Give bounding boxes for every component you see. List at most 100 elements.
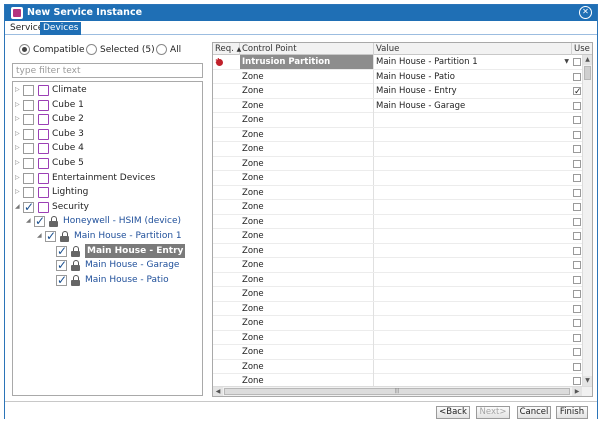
use-checkbox[interactable] <box>573 58 581 66</box>
tree-checkbox[interactable] <box>34 214 45 228</box>
collapsed-arrow-icon[interactable]: ▷ <box>15 112 22 126</box>
use-checkbox[interactable] <box>573 85 582 98</box>
tab-devices[interactable]: Devices <box>40 22 82 35</box>
use-checkbox[interactable] <box>573 232 581 240</box>
table-row[interactable]: Zone Main House - Patio <box>213 69 582 84</box>
value-cell[interactable]: Main House - Partition 1 ▼ <box>374 55 572 69</box>
value-cell[interactable] <box>374 171 572 185</box>
scroll-up-icon[interactable]: ▲ <box>583 55 592 65</box>
value-cell[interactable] <box>374 258 572 272</box>
value-cell[interactable] <box>374 331 572 345</box>
value-cell[interactable] <box>374 186 572 200</box>
tree-checkbox[interactable] <box>23 158 34 169</box>
grid-vertical-scrollbar[interactable]: ▲ ▼ <box>582 55 592 386</box>
radio-compatible[interactable]: Compatible <box>19 43 89 57</box>
table-row[interactable]: Zone <box>213 345 582 360</box>
collapsed-arrow-icon[interactable]: ▷ <box>15 156 22 170</box>
dropdown-arrow-icon[interactable]: ▼ <box>564 55 569 69</box>
value-cell[interactable] <box>374 229 572 243</box>
table-row[interactable]: Zone <box>213 272 582 287</box>
column-header-req[interactable]: Req. ▲ <box>213 43 241 55</box>
collapsed-arrow-icon[interactable]: ▷ <box>15 127 22 141</box>
table-row[interactable]: Intrusion PartitionMain House - Partitio… <box>213 55 582 70</box>
table-row[interactable]: Zone <box>213 200 582 215</box>
column-header-control-point[interactable]: Control Point <box>240 43 374 55</box>
value-cell[interactable]: Main House - Entry <box>374 84 572 98</box>
scroll-down-icon[interactable]: ▼ <box>583 376 592 386</box>
use-checkbox[interactable] <box>573 101 581 110</box>
collapsed-arrow-icon[interactable]: ▷ <box>15 98 22 112</box>
tree-checkbox[interactable] <box>23 200 34 214</box>
value-cell[interactable] <box>374 200 572 214</box>
collapsed-arrow-icon[interactable]: ▷ <box>15 83 22 97</box>
table-row[interactable]: Zone <box>213 243 582 258</box>
tree-checkbox[interactable] <box>45 229 56 243</box>
tree-checkbox[interactable] <box>56 244 67 258</box>
value-cell[interactable] <box>374 142 572 156</box>
table-row[interactable]: Zone <box>213 316 582 331</box>
value-cell[interactable] <box>374 287 572 301</box>
table-row[interactable]: Zone <box>213 374 582 386</box>
tree-checkbox[interactable] <box>23 114 34 126</box>
value-cell[interactable] <box>374 215 572 229</box>
use-checkbox[interactable] <box>573 145 581 153</box>
collapsed-arrow-icon[interactable]: ▷ <box>15 185 22 199</box>
table-row[interactable]: Zone <box>213 229 582 244</box>
use-checkbox[interactable] <box>573 217 581 226</box>
table-row[interactable]: Zone Main House - Garage <box>213 98 582 113</box>
use-checkbox[interactable] <box>573 159 581 168</box>
tree-checkbox[interactable] <box>23 172 34 184</box>
use-checkbox[interactable] <box>573 203 581 211</box>
close-icon[interactable]: ✕ <box>579 6 592 19</box>
finish-button[interactable]: Finish <box>556 406 588 419</box>
radio-selected[interactable]: Selected (5) <box>86 43 158 57</box>
value-cell[interactable] <box>374 113 572 127</box>
use-checkbox[interactable] <box>573 174 581 182</box>
use-checkbox[interactable] <box>573 261 581 269</box>
tree-checkbox[interactable] <box>56 273 67 287</box>
table-row[interactable]: Zone Main House - Entry <box>213 84 582 99</box>
value-cell[interactable]: Main House - Patio <box>374 70 572 84</box>
value-cell[interactable]: Main House - Garage <box>374 99 572 113</box>
use-checkbox[interactable] <box>573 362 581 371</box>
scroll-thumb[interactable] <box>584 66 591 80</box>
value-cell[interactable] <box>374 316 572 330</box>
table-row[interactable]: Zone <box>213 142 582 157</box>
table-row[interactable]: Zone <box>213 185 582 200</box>
next-button[interactable]: Next> <box>476 406 510 419</box>
column-header-value[interactable]: Value <box>374 43 572 55</box>
tree-checkbox[interactable] <box>23 143 34 155</box>
tree-checkbox[interactable] <box>23 187 34 199</box>
value-cell[interactable] <box>374 345 572 359</box>
table-row[interactable]: Zone <box>213 171 582 186</box>
filter-input[interactable] <box>12 63 203 78</box>
expanded-arrow-icon[interactable]: ◢ <box>37 229 44 243</box>
collapsed-arrow-icon[interactable]: ▷ <box>15 171 22 185</box>
table-row[interactable]: Zone <box>213 214 582 229</box>
use-checkbox[interactable] <box>573 116 581 124</box>
scroll-thumb[interactable]: ||| <box>224 388 570 395</box>
use-checkbox[interactable] <box>573 290 581 298</box>
value-cell[interactable] <box>374 273 572 287</box>
value-cell[interactable] <box>374 244 572 258</box>
table-row[interactable]: Zone <box>213 258 582 273</box>
tree-checkbox[interactable] <box>56 258 67 272</box>
table-row[interactable]: Zone <box>213 330 582 345</box>
tree-checkbox[interactable] <box>23 85 34 96</box>
scroll-left-icon[interactable]: ◀ <box>213 387 223 396</box>
value-cell[interactable] <box>374 128 572 142</box>
grid-horizontal-scrollbar[interactable]: ◀ ||| ▶ <box>213 386 592 396</box>
expanded-arrow-icon[interactable]: ◢ <box>26 214 33 228</box>
use-checkbox[interactable] <box>573 304 581 313</box>
collapsed-arrow-icon[interactable]: ▷ <box>15 141 22 155</box>
use-checkbox[interactable] <box>573 246 581 255</box>
radio-all[interactable]: All <box>156 43 186 57</box>
back-button[interactable]: <Back <box>436 406 470 419</box>
tree-checkbox[interactable] <box>23 99 34 111</box>
table-row[interactable]: Zone <box>213 287 582 302</box>
value-cell[interactable] <box>374 360 572 374</box>
scroll-right-icon[interactable]: ▶ <box>572 387 582 396</box>
use-checkbox[interactable] <box>573 72 581 81</box>
value-cell[interactable] <box>374 302 572 316</box>
table-row[interactable]: Zone <box>213 359 582 374</box>
